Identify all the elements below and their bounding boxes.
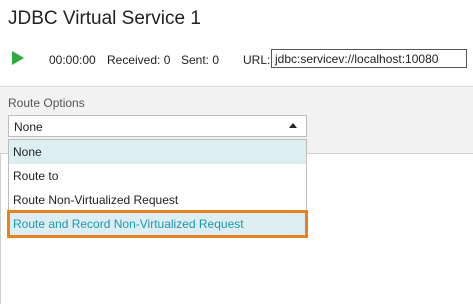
route-options-label: Route Options: [8, 96, 85, 110]
option-route-non-virtualized[interactable]: Route Non-Virtualized Request: [9, 188, 306, 212]
route-options-select[interactable]: None: [8, 115, 307, 137]
option-none[interactable]: None: [9, 140, 306, 164]
page-title: JDBC Virtual Service 1: [8, 8, 201, 29]
play-icon[interactable]: [12, 51, 24, 65]
route-options-dropdown: None Route to Route Non-Virtualized Requ…: [7, 139, 308, 238]
sent-count: Sent: 0: [181, 53, 220, 67]
left-border: [0, 153, 1, 304]
url-field[interactable]: jdbc:servicev://localhost:10080: [271, 49, 467, 68]
chevron-up-icon[interactable]: [289, 123, 297, 128]
received-count: Received: 0: [107, 53, 171, 67]
select-value: None: [14, 120, 43, 134]
service-toolbar: 00:00:00 Received: 0 Sent: 0 URL: jdbc:s…: [0, 46, 473, 72]
route-options-panel: Route Options None None Route to Route N…: [0, 86, 473, 304]
service-header: JDBC Virtual Service 1 00:00:00 Received…: [0, 0, 473, 86]
option-route-and-record[interactable]: Route and Record Non-Virtualized Request: [7, 210, 308, 238]
option-route-to[interactable]: Route to: [9, 164, 306, 188]
timer-text: 00:00:00: [49, 53, 96, 67]
url-label: URL:: [243, 53, 271, 67]
